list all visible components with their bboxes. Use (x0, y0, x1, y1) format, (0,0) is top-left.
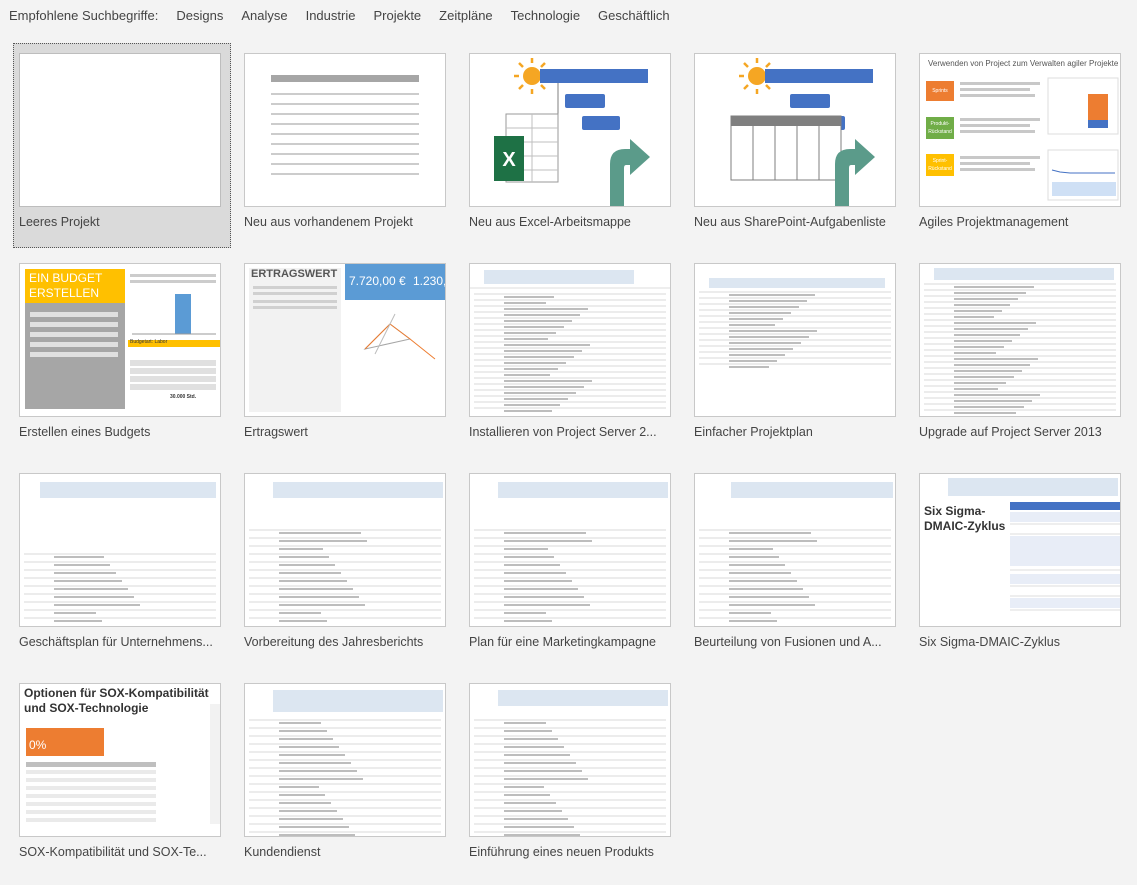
suggested-searches-bar: Empfohlene Suchbegriffe: Designs Analyse… (0, 0, 1137, 30)
svg-text:X: X (502, 149, 516, 171)
agile-sketch (960, 77, 1119, 201)
template-thumbnail (19, 473, 221, 627)
gantt-table-preview (470, 270, 670, 412)
template-thumbnail: Optionen für SOX-Kompatibilität und SOX-… (19, 683, 221, 837)
gantt-table-preview (24, 482, 216, 622)
template-thumbnail (919, 263, 1121, 417)
search-link-geschaeftlich[interactable]: Geschäftlich (598, 8, 670, 23)
template-thumbnail (469, 473, 671, 627)
template-caption: Neu aus vorhandenem Projekt (244, 215, 413, 229)
gantt-table-preview (699, 482, 893, 622)
document-lines-icon (271, 75, 419, 175)
gantt-table-preview (249, 482, 443, 622)
template-caption: Ertragswert (244, 425, 308, 439)
gantt-table-preview (924, 268, 1116, 414)
template-caption: Vorbereitung des Jahresberichts (244, 635, 424, 649)
template-thumbnail (244, 473, 446, 627)
template-caption: Neu aus Excel-Arbeitsmappe (469, 215, 631, 229)
template-thumbnail: Verwenden von Project zum Verwalten agil… (919, 53, 1121, 207)
search-link-analyse[interactable]: Analyse (241, 8, 287, 23)
template-caption: Geschäftsplan für Unternehmens... (19, 635, 213, 649)
template-thumbnail: EIN BUDGET ERSTELLEN Budgetart: Labor 30… (19, 263, 221, 417)
search-link-designs[interactable]: Designs (176, 8, 223, 23)
template-caption: Einführung eines neuen Produkts (469, 845, 654, 859)
gantt-table-preview (699, 278, 891, 368)
thumbnail-title: Six Sigma-DMAIC-Zyklus (924, 504, 1006, 533)
gantt-table-preview (249, 690, 443, 836)
template-thumbnail (694, 473, 896, 627)
template-caption: Upgrade auf Project Server 2013 (919, 425, 1102, 439)
search-link-industrie[interactable]: Industrie (306, 8, 356, 23)
sharepoint-import-icon (730, 58, 875, 206)
template-caption: Beurteilung von Fusionen und A... (694, 635, 882, 649)
template-caption: Plan für eine Marketingkampagne (469, 635, 656, 649)
template-thumbnail: Six Sigma-DMAIC-Zyklus (919, 473, 1121, 627)
gantt-table-preview (474, 690, 668, 836)
template-caption: Erstellen eines Budgets (19, 425, 151, 439)
template-thumbnail (19, 53, 221, 207)
thumbnail-table-header: Budgetart: Labor (130, 339, 168, 345)
template-caption: SOX-Kompatibilität und SOX-Te... (19, 845, 207, 859)
template-thumbnail (244, 53, 446, 207)
search-link-technologie[interactable]: Technologie (511, 8, 580, 23)
gantt-table-preview (474, 482, 668, 622)
excel-import-icon: X (494, 58, 650, 206)
template-caption: Neu aus SharePoint-Aufgabenliste (694, 215, 886, 229)
thumbnail-table-value: 30.000 Std. (170, 394, 197, 400)
template-thumbnail (694, 53, 896, 207)
search-link-projekte[interactable]: Projekte (373, 8, 421, 23)
template-thumbnail (469, 683, 671, 837)
template-caption: Einfacher Projektplan (694, 425, 813, 439)
search-link-zeitplaene[interactable]: Zeitpläne (439, 8, 492, 23)
template-caption: Installieren von Project Server 2... (469, 425, 657, 439)
template-thumbnail (469, 263, 671, 417)
template-thumbnail (244, 683, 446, 837)
suggested-searches-label: Empfohlene Suchbegriffe: (9, 7, 159, 23)
template-caption: Agiles Projektmanagement (919, 215, 1069, 229)
template-thumbnail: ERTRAGSWERT 7.720,00 € 1.230, (244, 263, 446, 417)
template-caption: Kundendienst (244, 845, 321, 859)
template-caption: Leeres Projekt (19, 215, 100, 229)
template-caption: Six Sigma-DMAIC-Zyklus (919, 635, 1060, 649)
template-thumbnail (694, 263, 896, 417)
template-thumbnail: X (469, 53, 671, 207)
